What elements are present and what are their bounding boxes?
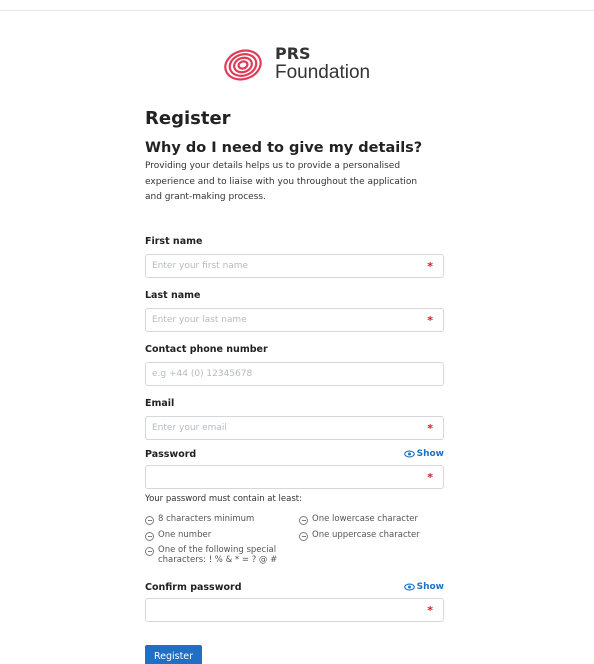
phone-input[interactable]	[146, 364, 416, 384]
first-name-field[interactable]: *	[145, 254, 444, 278]
minus-circle-icon	[299, 515, 308, 525]
password-show-toggle[interactable]: Show	[403, 449, 444, 459]
rule-text: One uppercase character	[312, 530, 420, 540]
email-field[interactable]: *	[145, 416, 444, 440]
required-marker: *	[427, 604, 433, 617]
prs-logo-icon	[224, 49, 262, 81]
eye-icon	[403, 583, 415, 591]
last-name-field[interactable]: *	[145, 308, 444, 332]
password-rule: One lowercase character	[299, 514, 449, 525]
logo-line-2: Foundation	[275, 62, 371, 83]
required-marker: *	[427, 314, 433, 327]
rule-text: One number	[158, 530, 212, 540]
logo-wordmark: PRS Foundation	[275, 44, 371, 83]
show-label: Show	[416, 449, 444, 459]
last-name-label: Last name	[145, 290, 201, 301]
rule-text: 8 characters minimum	[158, 514, 255, 524]
password-rule: One uppercase character	[299, 530, 449, 541]
first-name-input[interactable]	[146, 256, 416, 276]
confirm-password-label: Confirm password	[145, 582, 242, 593]
required-marker: *	[427, 422, 433, 435]
first-name-label: First name	[145, 236, 203, 247]
password-requirements-heading: Your password must contain at least:	[145, 494, 302, 504]
confirm-password-input[interactable]	[146, 600, 416, 620]
password-field[interactable]: *	[145, 465, 444, 489]
last-name-input[interactable]	[146, 310, 416, 330]
password-rule: One number	[145, 530, 295, 541]
show-label: Show	[416, 582, 444, 592]
register-intro: Register Why do I need to give my detail…	[145, 108, 445, 206]
password-input[interactable]	[146, 467, 416, 487]
top-divider	[0, 10, 594, 11]
required-marker: *	[427, 471, 433, 484]
password-rule: 8 characters minimum	[145, 514, 295, 525]
prs-foundation-logo: PRS Foundation	[223, 42, 373, 86]
phone-label: Contact phone number	[145, 344, 268, 355]
register-button[interactable]: Register	[145, 645, 202, 664]
rule-text: One of the following special characters:…	[158, 545, 278, 565]
eye-icon	[403, 450, 415, 458]
confirm-password-show-toggle[interactable]: Show	[403, 582, 444, 592]
password-label: Password	[145, 449, 197, 460]
email-input[interactable]	[146, 418, 416, 438]
page-title: Register	[145, 108, 231, 129]
logo-line-1: PRS	[275, 44, 311, 63]
minus-circle-icon	[145, 515, 154, 525]
details-explanation: Providing your details helps us to provi…	[145, 161, 418, 202]
confirm-password-field[interactable]: *	[145, 598, 444, 622]
required-marker: *	[427, 260, 433, 273]
details-heading: Why do I need to give my details?	[145, 140, 423, 156]
minus-circle-icon	[145, 531, 154, 541]
rule-text: One lowercase character	[312, 514, 419, 524]
minus-circle-icon	[299, 531, 308, 541]
email-label: Email	[145, 398, 175, 409]
password-rule: One of the following special characters:…	[145, 545, 293, 565]
phone-field[interactable]	[145, 362, 444, 386]
minus-circle-icon	[145, 546, 154, 556]
